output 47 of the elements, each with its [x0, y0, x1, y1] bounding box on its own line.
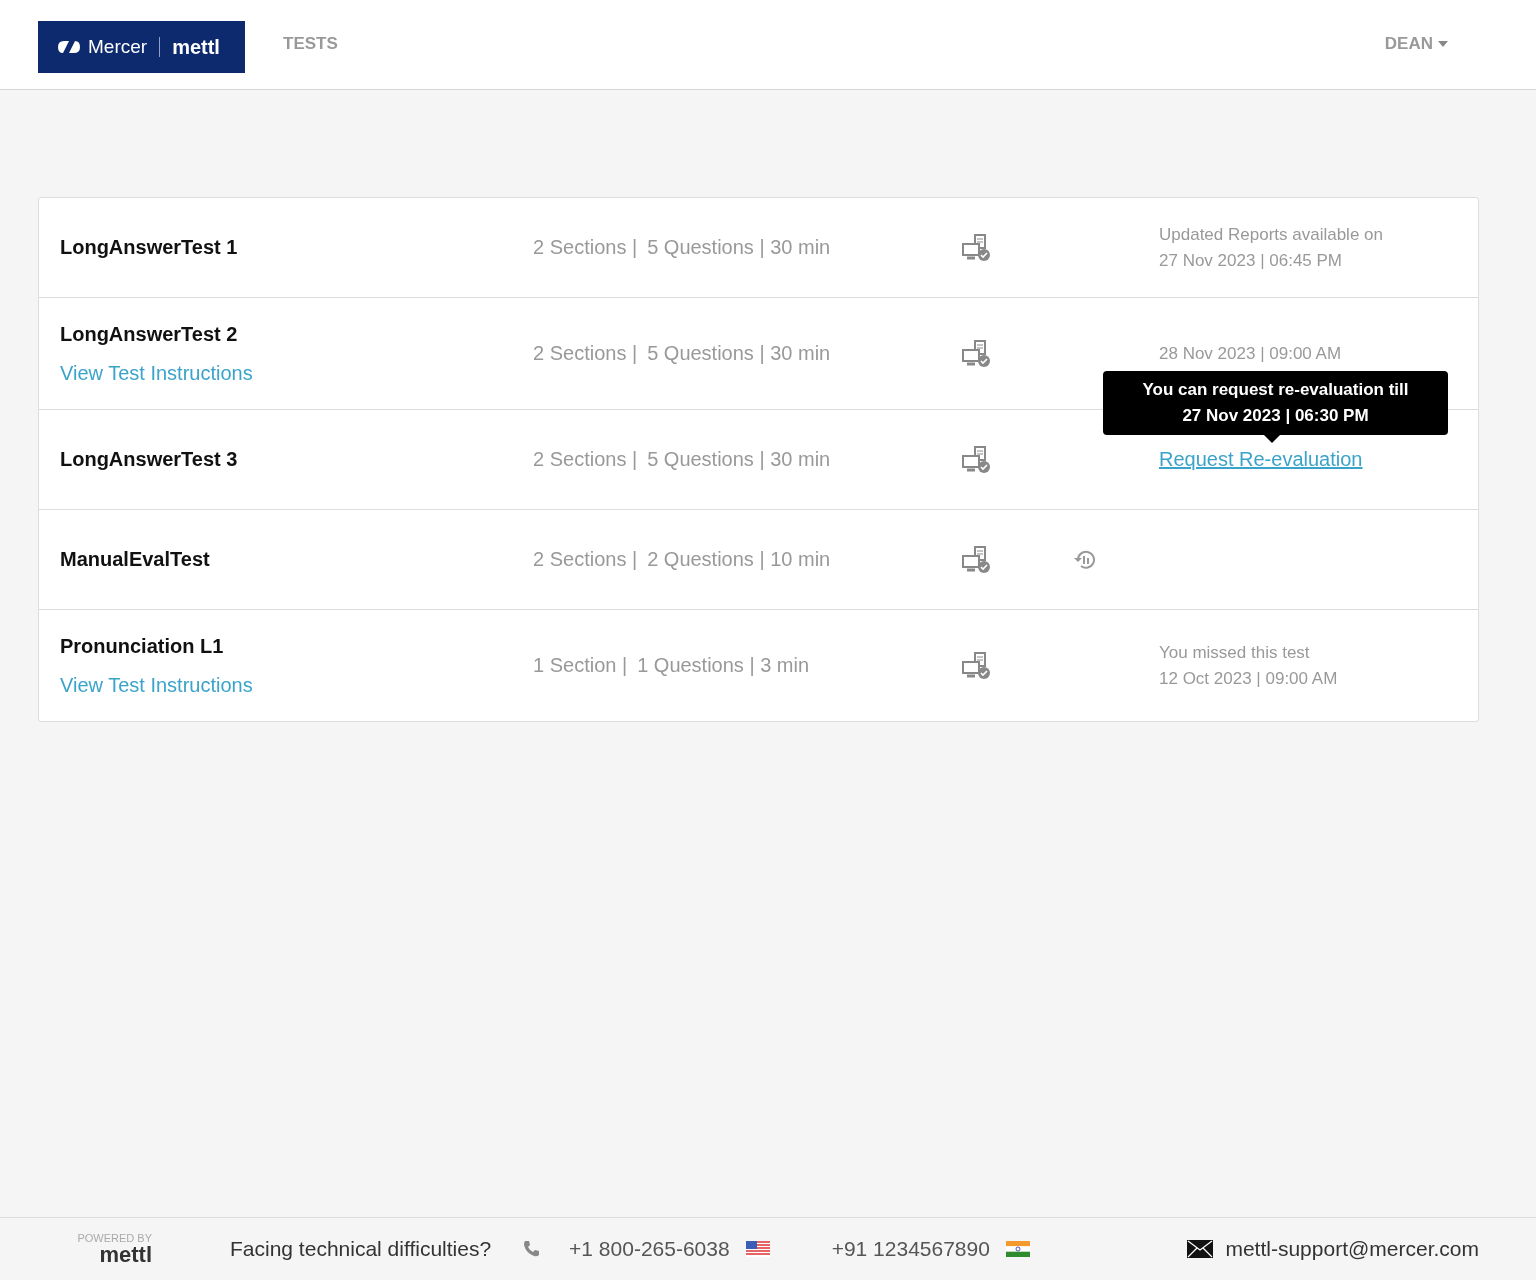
phone-number: +91 1234567890: [831, 1237, 990, 1261]
caret-icon: [1438, 41, 1448, 47]
view-instructions-link[interactable]: View Test Instructions: [60, 673, 253, 697]
support-email-link[interactable]: mettl-support@mercer.com: [1225, 1237, 1479, 1261]
monitor-check-icon: [961, 545, 991, 574]
test-name: ManualEvalTest: [60, 548, 210, 571]
powered-by-label: POWERED BY: [77, 1232, 152, 1244]
status-text: Updated Reports available on: [1159, 224, 1384, 245]
flag-icon: [745, 1241, 770, 1257]
powered-by-logo: mettl: [99, 1243, 152, 1266]
test-name: Pronunciation L1: [60, 634, 224, 658]
status-text: 12 Oct 2023 | 09:00 AM: [1159, 668, 1339, 689]
questions-duration: 2 Questions | 10 min: [647, 548, 831, 571]
test-name: LongAnswerTest 2: [60, 322, 238, 346]
sections-count: 1 Section |: [533, 654, 628, 677]
test-name: LongAnswerTest 1: [60, 236, 238, 259]
phone-icon: [521, 1239, 542, 1259]
monitor-check-icon: [961, 445, 991, 474]
mail-icon: [1187, 1240, 1214, 1258]
status-text: 27 Nov 2023 | 06:45 PM: [1159, 250, 1344, 271]
monitor-check-icon: [961, 651, 991, 680]
mercer-logo-icon: [56, 39, 82, 55]
sections-count: 2 Sections |: [533, 448, 638, 471]
test-name: LongAnswerTest 3: [60, 448, 238, 471]
history-icon[interactable]: [1073, 548, 1097, 571]
sections-count: 2 Sections |: [533, 548, 638, 571]
questions-duration: 5 Questions | 30 min: [647, 448, 831, 471]
sections-count: 2 Sections |: [533, 342, 638, 365]
status-text: You missed this test: [1159, 642, 1311, 663]
questions-duration: 1 Questions | 3 min: [637, 654, 810, 677]
request-reevaluation-link[interactable]: Request Re-evaluation: [1159, 448, 1363, 470]
view-instructions-link[interactable]: View Test Instructions: [60, 361, 253, 385]
tooltip-arrow-icon: [1264, 435, 1280, 443]
phone-number: +1 800-265-6038: [569, 1237, 730, 1261]
support-question: Facing technical difficulties?: [230, 1237, 492, 1261]
flag-icon: [1005, 1241, 1030, 1257]
user-menu[interactable]: DEAN: [1384, 34, 1448, 54]
sections-count: 2 Sections |: [533, 236, 638, 259]
monitor-check-icon: [961, 233, 991, 262]
questions-duration: 5 Questions | 30 min: [647, 342, 831, 365]
logo-product: mettl: [172, 35, 220, 59]
logo[interactable]: Mercer mettl: [38, 21, 245, 73]
nav-tab[interactable]: TESTS: [283, 34, 338, 54]
monitor-check-icon: [961, 339, 991, 368]
logo-brand: Mercer: [88, 36, 148, 58]
questions-duration: 5 Questions | 30 min: [647, 236, 831, 259]
status-text: 28 Nov 2023 | 09:00 AM: [1159, 343, 1343, 364]
